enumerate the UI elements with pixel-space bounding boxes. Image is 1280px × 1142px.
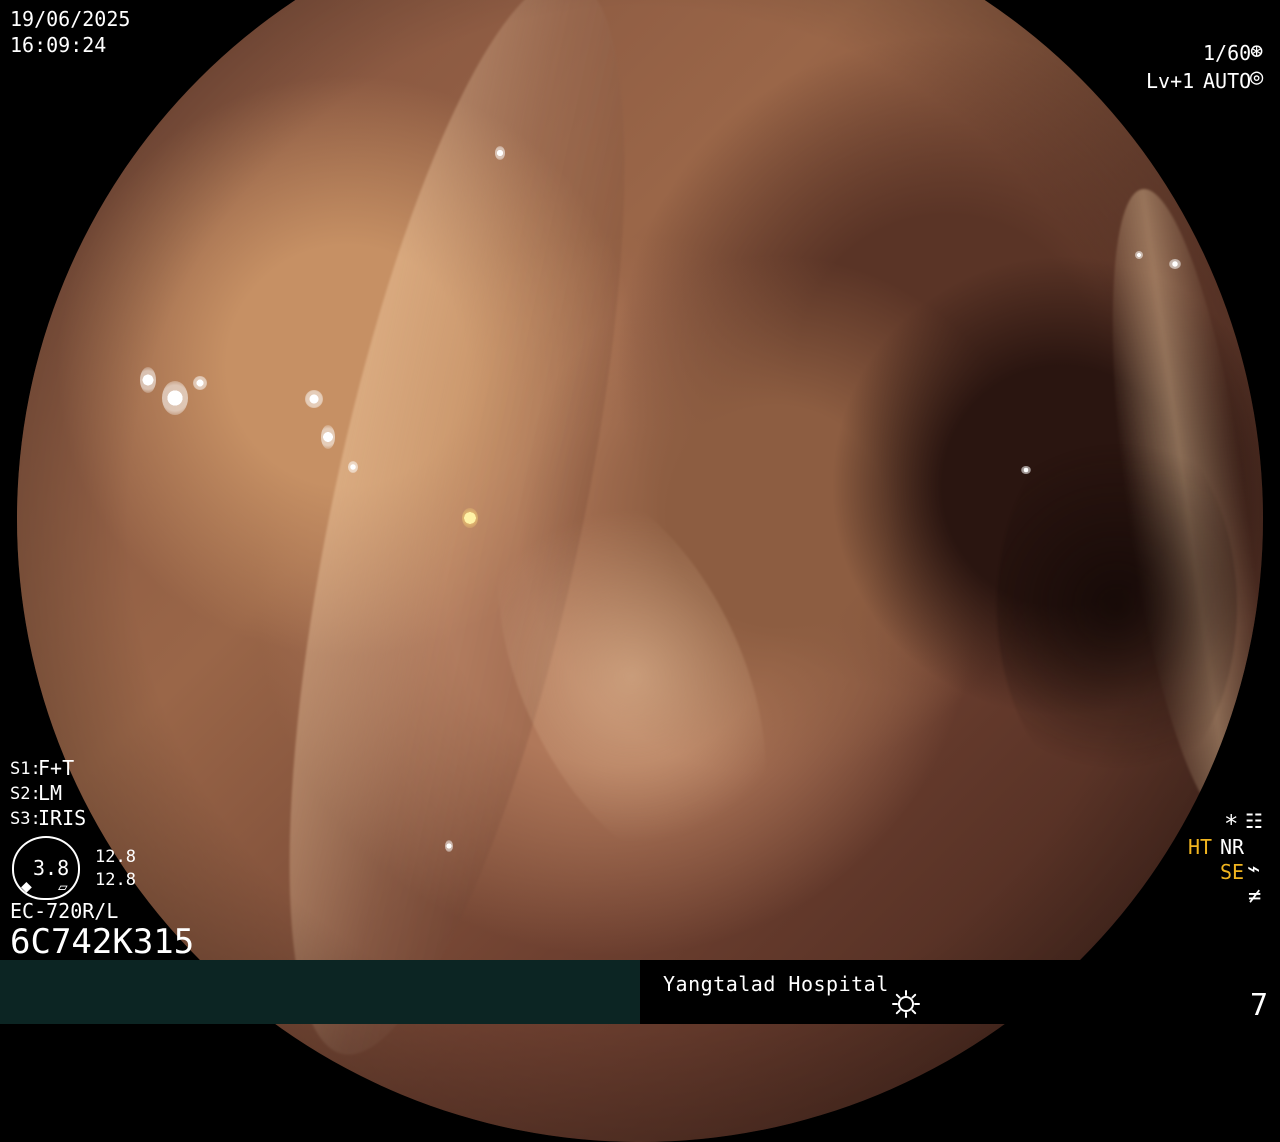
iris-icon: ⌾ (1250, 67, 1264, 92)
scope-dial-value: 3.8 (33, 856, 70, 880)
specular-highlight (445, 840, 453, 852)
nr-indicator: NR (1220, 835, 1245, 859)
range-bottom: 12.8 (95, 870, 136, 890)
specular-highlight (140, 367, 156, 393)
ht-indicator: HT (1188, 835, 1213, 859)
specular-highlight (305, 390, 323, 408)
s1-value: F+T (38, 756, 75, 780)
s2-label: S2: (10, 784, 41, 804)
specular-highlight (321, 425, 335, 449)
specular-highlight (495, 146, 505, 160)
specular-highlight (462, 508, 478, 528)
asterisk-marker: * (1224, 810, 1239, 838)
specular-highlight (1169, 259, 1181, 269)
specular-highlight (348, 461, 358, 473)
auto-mode: AUTO (1203, 69, 1252, 93)
settings-list-icon: ☷ (1245, 809, 1263, 833)
shutter-value: 1/60 (1203, 41, 1252, 65)
scope-model: EC-720R/L (10, 899, 119, 923)
curve-icon: ⌁ (1247, 857, 1261, 882)
scope-marker-icon: ◆ (21, 876, 32, 897)
specular-highlight (1135, 251, 1143, 259)
time-text: 16:09:24 (10, 33, 107, 57)
specular-highlight (162, 381, 188, 415)
s2-value: LM (38, 781, 63, 805)
scope-serial: 6C742K315 (10, 922, 195, 962)
hospital-name: Yangtalad Hospital (663, 972, 889, 996)
specular-highlight (193, 376, 207, 390)
s1-label: S1: (10, 759, 41, 779)
bottom-left-panel (0, 960, 640, 1024)
scope-slot-icon: ▱ (58, 877, 68, 896)
not-equal-icon: ≠ (1248, 884, 1262, 909)
page-number: 7 (1250, 988, 1269, 1023)
s3-value: IRIS (38, 806, 87, 830)
level-value: Lv+1 (1146, 69, 1195, 93)
aperture-icon: ⊛ (1250, 39, 1264, 64)
se-indicator: SE (1220, 860, 1245, 884)
s3-label: S3: (10, 809, 41, 829)
range-top: 12.8 (95, 847, 136, 867)
date-text: 19/06/2025 (10, 7, 131, 31)
sun-icon (892, 990, 920, 1018)
specular-highlight (1021, 466, 1031, 474)
